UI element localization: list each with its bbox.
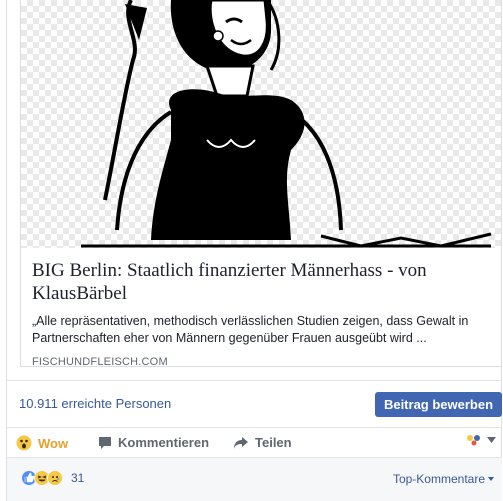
caret-down-icon — [488, 477, 494, 481]
audience-selector[interactable] — [466, 434, 496, 446]
cartoon-illustration — [81, 0, 492, 248]
comment-label: Kommentieren — [118, 435, 210, 450]
post-action-row: Wow Kommentieren Teilen — [7, 428, 502, 458]
wow-reaction-button[interactable]: Wow — [16, 435, 68, 451]
share-button[interactable]: Teilen — [233, 435, 292, 450]
reaction-icons[interactable] — [21, 470, 63, 486]
reach-count-link[interactable]: 10.911 erreichte Personen — [19, 396, 171, 411]
link-preview-card[interactable]: BIG Berlin: Staatlich finanzierter Männe… — [20, 0, 502, 368]
reach-row: 10.911 erreichte Personen Beitrag bewerb… — [7, 380, 502, 428]
wow-icon — [16, 435, 32, 451]
sad-icon — [47, 470, 63, 486]
share-label: Teilen — [255, 435, 292, 450]
link-description: „Alle repräsentativen, methodisch verläs… — [32, 314, 469, 345]
comment-icon — [99, 436, 111, 449]
link-preview-image[interactable] — [21, 0, 501, 248]
wow-label: Wow — [38, 435, 69, 451]
reaction-count[interactable]: 31 — [71, 471, 84, 485]
reactions-picker-icon — [467, 435, 480, 446]
boost-post-button[interactable]: Beitrag bewerben — [375, 392, 502, 417]
link-preview-text[interactable]: BIG Berlin: Staatlich finanzierter Männe… — [21, 248, 501, 368]
reactions-summary-row: 31 Top-Kommentare — [7, 458, 502, 501]
top-comments-label: Top-Kommentare — [392, 472, 485, 486]
comment-button[interactable]: Kommentieren — [98, 435, 209, 450]
share-arrow-icon — [234, 436, 248, 449]
link-title[interactable]: BIG Berlin: Staatlich finanzierter Männe… — [32, 259, 491, 305]
comment-sort-dropdown[interactable]: Top-Kommentare — [393, 472, 494, 486]
chevron-down-icon — [487, 437, 496, 443]
link-domain: FISCHUNDFLEISCH.COM — [32, 356, 168, 368]
